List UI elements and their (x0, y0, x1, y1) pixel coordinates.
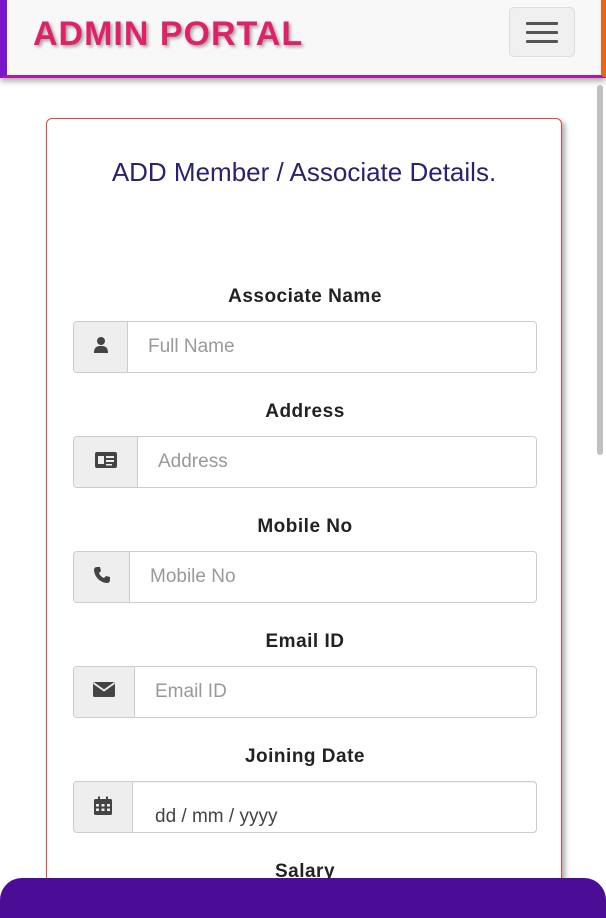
form-title: ADD Member / Associate Details. (111, 157, 497, 187)
joining-date-group: dd / mm / yyyy (73, 781, 537, 833)
address-addon (74, 437, 138, 487)
associate-name-group (73, 321, 537, 373)
joining-date-input[interactable]: dd / mm / yyyy (133, 782, 536, 832)
address-group (73, 436, 537, 488)
mobile-no-addon (74, 552, 130, 602)
address-card-icon (94, 451, 118, 474)
full-name-input[interactable] (128, 322, 536, 372)
mobile-no-label: Mobile No (257, 516, 353, 537)
address-label: Address (265, 401, 345, 422)
calendar-icon (93, 796, 113, 821)
joining-date-label: Joining Date (244, 746, 365, 767)
scrollbar-thumb[interactable] (597, 85, 603, 455)
brand-logo-text[interactable]: ADMIN PORTAL (33, 14, 303, 54)
email-id-input[interactable] (135, 667, 536, 717)
phone-icon (93, 566, 111, 589)
email-id-label: Email ID (265, 631, 345, 652)
top-navbar: ADMIN PORTAL (0, 0, 606, 78)
joining-date-addon (74, 782, 133, 832)
envelope-icon (92, 681, 116, 703)
address-input[interactable] (138, 437, 536, 487)
email-id-group (73, 666, 537, 718)
email-id-addon (74, 667, 135, 717)
hamburger-menu-button[interactable] (509, 7, 575, 57)
bottom-bar (0, 878, 606, 918)
mobile-no-group (73, 551, 537, 603)
associate-name-label: Associate Name (228, 286, 382, 307)
associate-name-addon (74, 322, 128, 372)
mobile-no-input[interactable] (130, 552, 536, 602)
user-icon (93, 336, 109, 359)
add-member-form-card: ADD Member / Associate Details. Associat… (46, 118, 562, 918)
